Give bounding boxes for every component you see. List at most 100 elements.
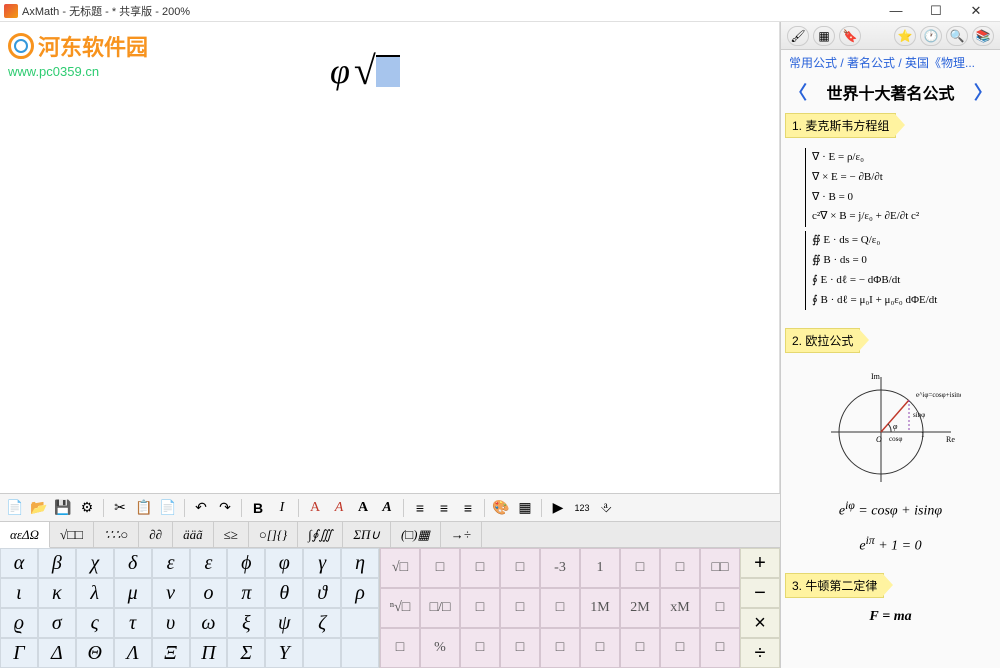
template-cell[interactable]: ⁿ√□ [380,588,420,628]
greek-χ[interactable]: χ [76,548,114,578]
template-cell[interactable]: □ [660,548,700,588]
radicand-placeholder[interactable] [376,55,400,87]
insert-button[interactable]: ⎀ [595,497,617,519]
greek-ξ[interactable]: ξ [227,608,265,638]
template-cell[interactable]: □ [380,628,420,668]
template-cell[interactable]: □□ [700,548,740,588]
close-button[interactable]: ✕ [956,1,996,21]
template-cell[interactable]: □ [620,628,660,668]
template-cell[interactable]: % [420,628,460,668]
number-button[interactable]: 123 [571,497,593,519]
greek-λ[interactable]: λ [76,578,114,608]
tab-relations[interactable]: ≤≥ [214,522,249,547]
minimize-button[interactable]: — [876,1,916,21]
template-cell[interactable]: 1M [580,588,620,628]
equation-content[interactable]: φ √ [330,47,400,94]
section-header-1[interactable]: 1. 麦克斯韦方程组 [785,113,896,138]
greek-β[interactable]: β [38,548,76,578]
greek-μ[interactable]: μ [114,578,152,608]
section-header-3[interactable]: 3. 牛顿第二定律 [785,573,884,598]
greek-ψ[interactable]: ψ [265,608,303,638]
template-cell[interactable]: □ [700,588,740,628]
template-cell[interactable]: □ [540,588,580,628]
clock-icon[interactable]: 🕐 [920,26,942,46]
maximize-button[interactable]: ☐ [916,1,956,21]
tab-sums[interactable]: ΣΠ∪ [343,522,391,547]
section-header-2[interactable]: 2. 欧拉公式 [785,328,860,353]
euler-formula[interactable]: φ Re Im O 1 sinφ cosφ e^iφ=cosφ+isinφ ei… [785,353,996,565]
equation-editor[interactable]: 河东软件园 www.pc0359.cn φ √ [0,22,780,493]
align-left-button[interactable]: ≡ [409,497,431,519]
greek-empty[interactable] [341,608,379,638]
greek-ε[interactable]: ε [152,548,190,578]
brush-icon[interactable]: 🖌 [787,26,809,46]
search-icon[interactable]: 🔍 [946,26,968,46]
greek-σ[interactable]: σ [38,608,76,638]
greek-ϑ[interactable]: ϑ [303,578,341,608]
greek-κ[interactable]: κ [38,578,76,608]
template-cell[interactable]: □ [500,588,540,628]
template-cell[interactable]: -3 [540,548,580,588]
font-style-3[interactable]: A [352,497,374,519]
settings-button[interactable]: ⚙ [76,497,98,519]
tab-matrices[interactable]: (□)▦ [391,522,441,547]
greek-ρ[interactable]: ρ [341,578,379,608]
greek-ϕ[interactable]: ϕ [227,548,265,578]
greek-Π[interactable]: Π [190,638,228,668]
greek-Θ[interactable]: Θ [76,638,114,668]
stack-icon[interactable]: 📚 [972,26,994,46]
template-cell[interactable]: xM [660,588,700,628]
greek-ε[interactable]: ε [190,548,228,578]
greek-ω[interactable]: ω [190,608,228,638]
save-button[interactable]: 💾 [52,497,74,519]
tab-logic[interactable]: ∵∴○ [94,522,139,547]
greek-Σ[interactable]: Σ [227,638,265,668]
paste-button[interactable]: 📄 [157,497,179,519]
newton-formula[interactable]: F = ma [785,598,996,635]
tab-arrows[interactable]: →÷ [441,522,482,547]
template-cell[interactable]: □ [620,548,660,588]
greek-Δ[interactable]: Δ [38,638,76,668]
bold-button[interactable]: B [247,497,269,519]
tab-integrals[interactable]: ∫∮∭ [298,522,343,547]
star-icon[interactable]: ⭐ [894,26,916,46]
redo-button[interactable]: ↷ [214,497,236,519]
copy-button[interactable]: 📋 [133,497,155,519]
template-cell[interactable]: □ [420,548,460,588]
cut-button[interactable]: ✂ [109,497,131,519]
greek-τ[interactable]: τ [114,608,152,638]
op-÷[interactable]: ÷ [740,638,780,668]
prev-button[interactable]: 〈 [789,79,807,105]
template-cell[interactable]: □ [460,628,500,668]
template-cell[interactable]: □ [500,548,540,588]
play-button[interactable]: ▶ [547,497,569,519]
undo-button[interactable]: ↶ [190,497,212,519]
font-style-1[interactable]: A [304,497,326,519]
tab-radicals[interactable]: √□□ [50,522,94,547]
op-−[interactable]: − [740,578,780,608]
greek-α[interactable]: α [0,548,38,578]
template-cell[interactable]: □ [460,588,500,628]
template-cell[interactable]: √□ [380,548,420,588]
tab-greek[interactable]: αεΔΩ [0,522,50,548]
greek-π[interactable]: π [227,578,265,608]
greek-Ξ[interactable]: Ξ [152,638,190,668]
greek-ο[interactable]: ο [190,578,228,608]
font-style-4[interactable]: A [376,497,398,519]
greek-empty[interactable] [303,638,341,668]
breadcrumb[interactable]: 常用公式 / 著名公式 / 英国《物理... [781,50,1000,75]
font-style-2[interactable]: A [328,497,350,519]
palette-button[interactable]: ▦ [514,497,536,519]
greek-γ[interactable]: γ [303,548,341,578]
template-cell[interactable]: □ [700,628,740,668]
tab-calculus[interactable]: ∂∂ [139,522,173,547]
template-cell[interactable]: □ [540,628,580,668]
greek-η[interactable]: η [341,548,379,578]
greek-empty[interactable] [341,638,379,668]
align-center-button[interactable]: ≡ [433,497,455,519]
grid-icon[interactable]: ▦ [813,26,835,46]
template-cell[interactable]: □ [660,628,700,668]
template-cell[interactable]: □ [500,628,540,668]
greek-Γ[interactable]: Γ [0,638,38,668]
tab-accents[interactable]: ääã [173,522,214,547]
